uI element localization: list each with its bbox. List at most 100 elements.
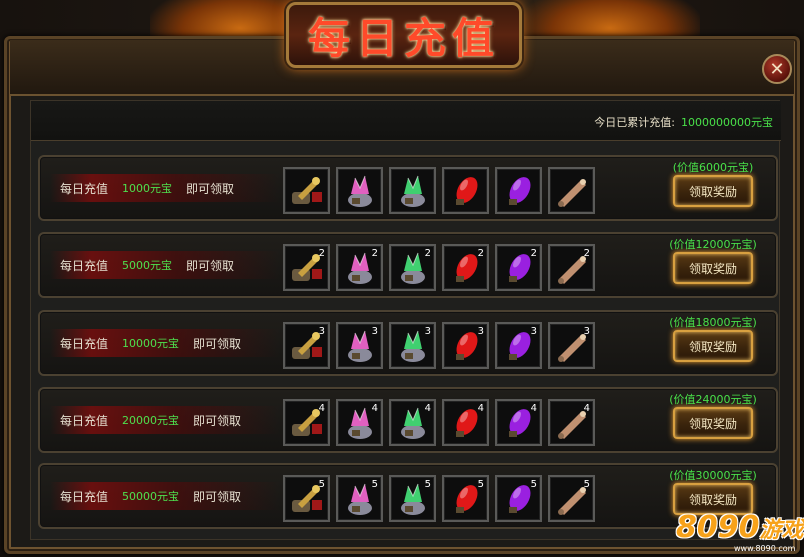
tier-suffix: 即可领取 (193, 413, 242, 428)
item-slot[interactable]: 5 (336, 475, 383, 522)
item-slot[interactable]: 4 (442, 399, 489, 446)
reward-items: 3 3 3 3 3 3 (283, 322, 595, 369)
tier-amount: 1000元宝 (122, 182, 173, 195)
tier-value-text: (价值12000元宝) (669, 238, 757, 251)
reward-tier-row: 每日充值 10000元宝 即可领取 3 3 3 3 3 3 (价值18000元宝… (38, 310, 778, 376)
item-quantity: 5 (424, 479, 431, 490)
item-slot[interactable]: 4 (389, 399, 436, 446)
tier-suffix: 即可领取 (193, 489, 242, 504)
item-quantity: 2 (583, 248, 590, 259)
reward-tier-row: 每日充值 1000元宝 即可领取 (价值6000元宝) 领取奖励 (38, 155, 778, 221)
item-slot[interactable]: 5 (495, 475, 542, 522)
item-quantity: 4 (477, 403, 484, 414)
item-slot[interactable]: 2 (389, 244, 436, 291)
game-window: 每日充值 ✕ 今日已累计充值: 1000000000元宝 每日充值 1000元宝 … (0, 0, 804, 557)
item-slot[interactable]: 4 (548, 399, 595, 446)
reward-tier-row: 每日充值 50000元宝 即可领取 5 5 5 5 5 5 (价值30000元宝… (38, 463, 778, 529)
total-recharge-bar: 今日已累计充值: 1000000000元宝 (31, 101, 781, 141)
claim-reward-button[interactable]: 领取奖励 (673, 175, 753, 207)
total-recharge-text: 今日已累计充值: 1000000000元宝 (594, 114, 773, 130)
item-slot[interactable]: 4 (495, 399, 542, 446)
tier-amount: 10000元宝 (122, 337, 180, 350)
item-quantity: 2 (424, 248, 431, 259)
item-slot[interactable] (283, 167, 330, 214)
tier-prefix: 每日充值 (60, 181, 109, 196)
reward-claim-area: (价值12000元宝) 领取奖励 (658, 236, 768, 284)
item-slot[interactable]: 5 (548, 475, 595, 522)
claim-reward-button[interactable]: 领取奖励 (673, 407, 753, 439)
item-slot[interactable] (336, 167, 383, 214)
item-quantity: 4 (371, 403, 378, 414)
title-plate: 每日充值 (286, 2, 522, 68)
item-slot[interactable]: 3 (336, 322, 383, 369)
item-slot[interactable]: 5 (283, 475, 330, 522)
item-slot[interactable]: 4 (283, 399, 330, 446)
item-slot[interactable]: 3 (495, 322, 542, 369)
item-slot[interactable]: 2 (495, 244, 542, 291)
tier-label: 每日充值 20000元宝 即可领取 (50, 406, 280, 434)
tier-suffix: 即可领取 (186, 181, 235, 196)
item-quantity: 5 (530, 479, 537, 490)
claim-reward-button[interactable]: 领取奖励 (673, 330, 753, 362)
item-slot[interactable] (389, 167, 436, 214)
tier-label: 每日充值 1000元宝 即可领取 (50, 174, 280, 202)
item-slot[interactable]: 3 (442, 322, 489, 369)
item-quantity: 3 (530, 326, 537, 337)
item-slot[interactable]: 2 (283, 244, 330, 291)
item-slot[interactable] (495, 167, 542, 214)
tier-value-text: (价值24000元宝) (669, 393, 757, 406)
item-quantity: 3 (583, 326, 590, 337)
reward-items (283, 167, 595, 214)
item-quantity: 4 (318, 403, 325, 414)
item-quantity: 2 (530, 248, 537, 259)
close-button[interactable]: ✕ (762, 54, 792, 84)
item-quantity: 4 (424, 403, 431, 414)
tier-amount: 50000元宝 (122, 490, 180, 503)
site-logo-number: 8090 (676, 510, 760, 545)
claim-reward-button[interactable]: 领取奖励 (673, 252, 753, 284)
item-quantity: 5 (318, 479, 325, 490)
tier-prefix: 每日充值 (60, 413, 109, 428)
item-quantity: 3 (371, 326, 378, 337)
item-quantity: 3 (318, 326, 325, 337)
item-quantity: 4 (530, 403, 537, 414)
item-slot[interactable] (548, 167, 595, 214)
item-quantity: 2 (477, 248, 484, 259)
site-url: www.8090.com (734, 544, 796, 553)
tier-label: 每日充值 5000元宝 即可领取 (50, 251, 280, 279)
item-quantity: 3 (477, 326, 484, 337)
close-icon: ✕ (769, 58, 785, 80)
reward-tier-row: 每日充值 20000元宝 即可领取 4 4 4 4 4 4 (价值24000元宝… (38, 387, 778, 453)
item-slot[interactable]: 3 (548, 322, 595, 369)
item-slot[interactable]: 2 (442, 244, 489, 291)
reward-tier-row: 每日充值 5000元宝 即可领取 2 2 2 2 2 2 (价值12000元宝)… (38, 232, 778, 298)
tier-value-text: (价值18000元宝) (669, 316, 757, 329)
reward-claim-area: (价值30000元宝) 领取奖励 (658, 467, 768, 515)
item-slot[interactable]: 5 (442, 475, 489, 522)
tier-label: 每日充值 50000元宝 即可领取 (50, 482, 280, 510)
page-title: 每日充值 (307, 13, 500, 63)
tier-amount: 20000元宝 (122, 414, 180, 427)
item-slot[interactable]: 4 (336, 399, 383, 446)
tier-prefix: 每日充值 (60, 336, 109, 351)
reward-claim-area: (价值24000元宝) 领取奖励 (658, 391, 768, 439)
tier-value-text: (价值30000元宝) (669, 469, 757, 482)
tier-amount: 5000元宝 (122, 259, 173, 272)
reward-items: 5 5 5 5 5 5 (283, 475, 595, 522)
total-recharge-amount: 1000000000元宝 (681, 116, 773, 129)
item-slot[interactable]: 5 (389, 475, 436, 522)
item-slot[interactable]: 3 (283, 322, 330, 369)
item-slot[interactable] (442, 167, 489, 214)
item-quantity: 5 (583, 479, 590, 490)
item-quantity: 4 (583, 403, 590, 414)
tier-value-text: (价值6000元宝) (672, 161, 754, 174)
item-quantity: 2 (318, 248, 325, 259)
item-slot[interactable]: 3 (389, 322, 436, 369)
tier-suffix: 即可领取 (186, 258, 235, 273)
reward-claim-area: (价值18000元宝) 领取奖励 (658, 314, 768, 362)
item-slot[interactable]: 2 (336, 244, 383, 291)
total-recharge-label: 今日已累计充值: (594, 116, 675, 129)
item-slot[interactable]: 2 (548, 244, 595, 291)
tier-prefix: 每日充值 (60, 258, 109, 273)
reward-items: 4 4 4 4 4 4 (283, 399, 595, 446)
